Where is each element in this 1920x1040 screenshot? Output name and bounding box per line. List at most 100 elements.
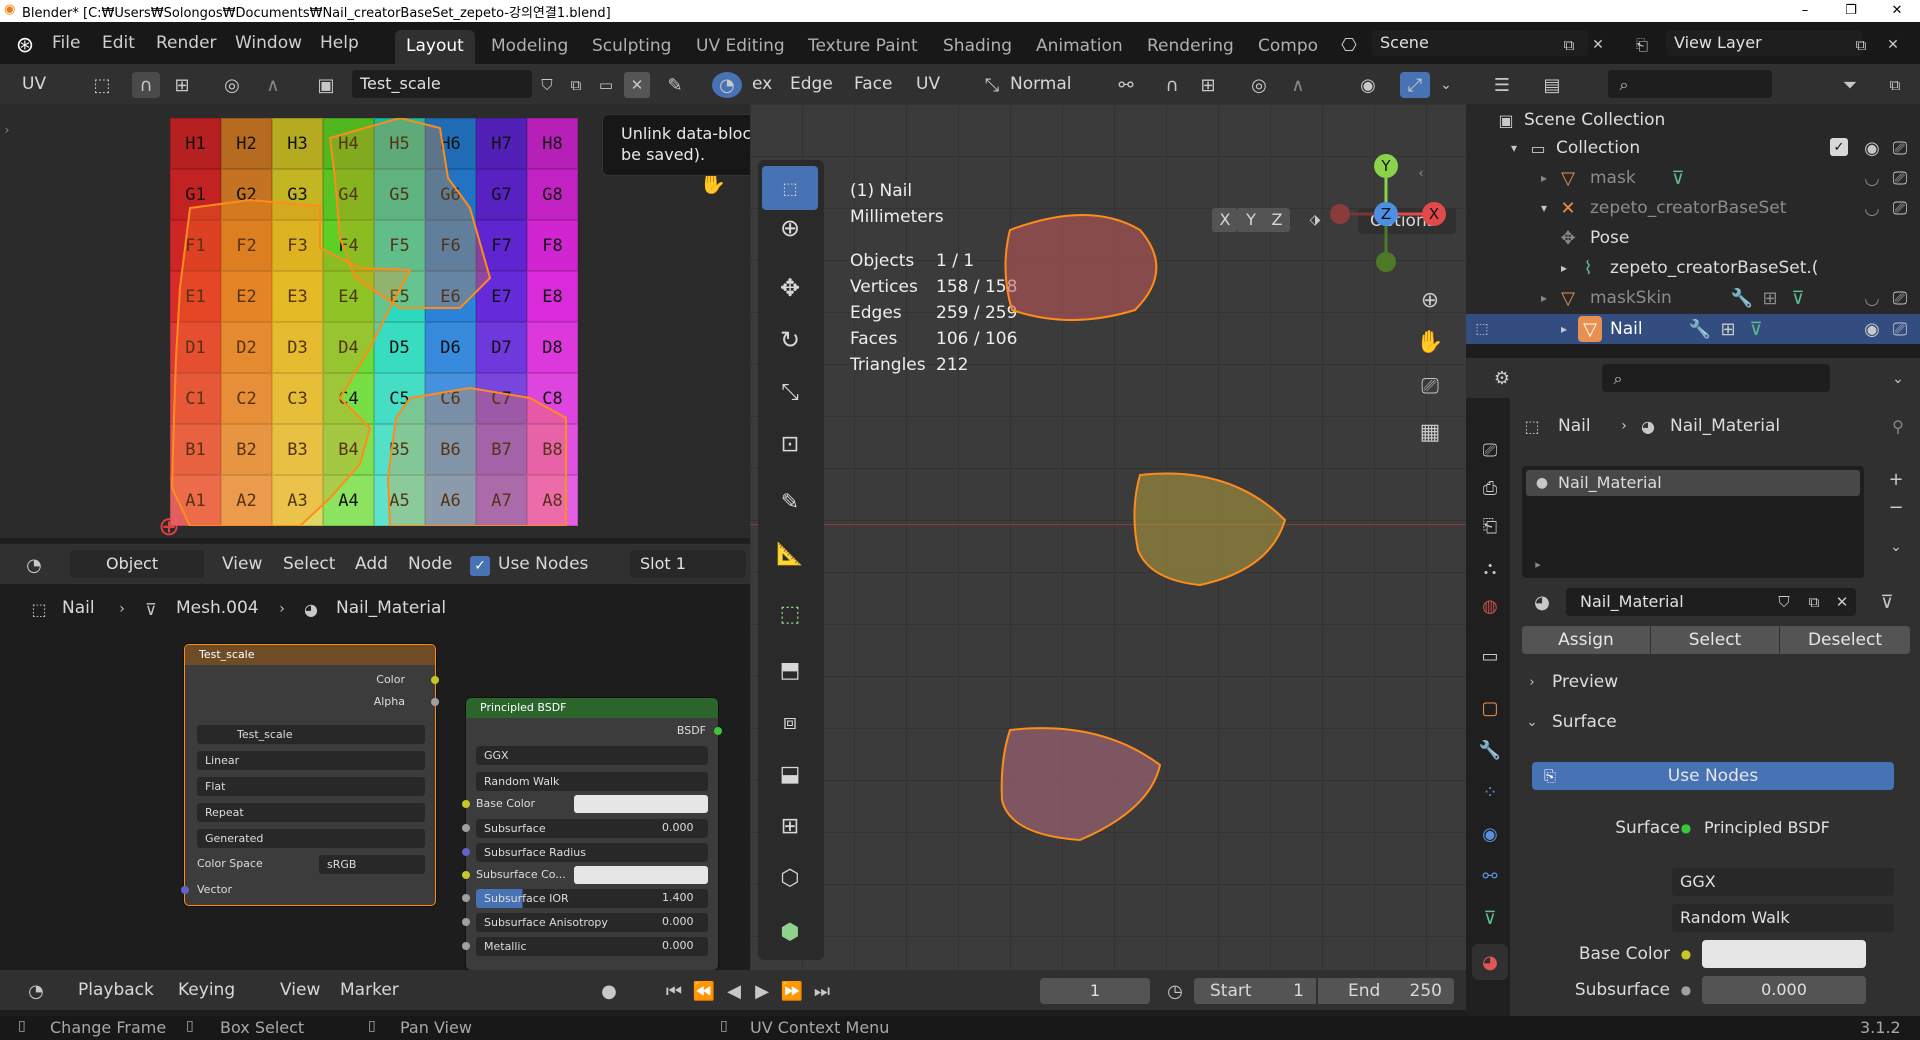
preview-panel-header[interactable]: Preview — [1552, 668, 1618, 696]
expand-icon[interactable]: ▸ — [1556, 254, 1572, 282]
proportional-edit-icon[interactable]: ◎ — [216, 72, 248, 98]
props-subsurface-method-select[interactable]: Random Walk — [1672, 904, 1894, 932]
close-window-button[interactable]: ✕ — [1874, 0, 1920, 22]
vector-input-socket[interactable] — [181, 886, 189, 894]
node-editor-canvas[interactable]: ⬚ Nail › ⊽ Mesh.004 › ◕ Nail_Material Te… — [0, 584, 750, 970]
toolbar-expand-icon[interactable]: › — [2, 122, 12, 138]
armature-render-icon[interactable]: ⎚ — [1886, 194, 1914, 222]
loop-cut-tool-icon[interactable]: ⊞ — [762, 804, 818, 848]
metallic-socket[interactable] — [462, 942, 470, 950]
new-collection-icon[interactable]: ⧉ — [1880, 72, 1910, 98]
jump-start-icon[interactable]: ⏮ — [660, 978, 688, 1004]
gizmo-toggle-icon[interactable]: ⤢ — [1400, 72, 1430, 98]
annotate-tool-icon[interactable]: ✎ — [762, 480, 818, 524]
gizmo-z-axis[interactable]: Z — [1374, 202, 1398, 226]
select-mode-icon[interactable]: ⬚ — [80, 72, 124, 98]
base-color-socket[interactable] — [462, 800, 470, 808]
poly-build-tool-icon[interactable]: ⬢ — [762, 910, 818, 954]
node-menu-add[interactable]: Add — [355, 550, 388, 578]
nail-mesh-top[interactable] — [1004, 214, 1158, 321]
tab-compositing[interactable]: Compo — [1247, 30, 1329, 64]
subsurface-color-socket[interactable] — [462, 871, 470, 879]
expand-icon[interactable]: ▸ — [1536, 284, 1552, 312]
assign-button[interactable]: Assign — [1522, 626, 1650, 654]
image-node-title[interactable]: Test_scale — [185, 645, 435, 665]
viewport-snap-icon[interactable]: ∩ — [1158, 72, 1186, 98]
extension-select[interactable]: Repeat — [197, 803, 425, 822]
subsurface-radius-select[interactable]: Subsurface Radius — [476, 843, 708, 862]
scale-tool-icon[interactable]: ⤡ — [762, 370, 818, 414]
object-props-icon[interactable]: ▢ — [1476, 694, 1504, 722]
prev-keyframe-icon[interactable]: ⏪ — [690, 978, 718, 1004]
subsurface-ior-socket[interactable] — [462, 894, 470, 902]
menu-file[interactable]: File — [42, 30, 90, 56]
projection-select[interactable]: Flat — [197, 777, 425, 796]
tab-modeling[interactable]: Modeling — [480, 30, 579, 64]
outliner-item-maskskin[interactable]: maskSkin — [1590, 284, 1672, 312]
bsdf-node-title[interactable]: Principled BSDF — [466, 698, 718, 718]
surface-panel-header[interactable]: Surface — [1552, 708, 1617, 736]
falloff-icon[interactable]: ∧ — [250, 72, 296, 98]
filter-icon[interactable]: ⏷ — [1828, 72, 1872, 98]
snap-icon[interactable]: ∩ — [132, 72, 160, 98]
new-view-layer-icon[interactable]: ⧉ — [1848, 32, 1874, 58]
delete-scene-icon[interactable]: ✕ — [1586, 32, 1610, 58]
auto-keying-icon[interactable]: ● — [592, 978, 626, 1004]
world-props-icon[interactable]: ◍ — [1476, 592, 1504, 620]
knife-tool-icon[interactable]: ⬡ — [762, 856, 818, 900]
new-image-icon[interactable]: ⧉ — [562, 72, 590, 98]
viewport-menu-uv[interactable]: UV — [916, 70, 940, 98]
subsurface-method-select[interactable]: Random Walk — [476, 772, 708, 791]
properties-editor-type-icon[interactable]: ⚙ — [1480, 364, 1524, 392]
slot-specials-icon[interactable]: ⌄ — [1884, 534, 1908, 560]
outliner-item-nail[interactable]: Nail — [1610, 315, 1643, 343]
extrude-tool-icon[interactable]: ⬒ — [762, 648, 818, 692]
fake-user-icon[interactable]: ⛉ — [1770, 588, 1798, 616]
blender-menu-icon[interactable]: ⊛ — [12, 32, 38, 58]
bsdf-output-socket[interactable] — [714, 727, 722, 735]
maskskin-hidden-icon[interactable]: ◡ — [1858, 284, 1886, 312]
image-texture-node[interactable]: Test_scale Color Alpha Test_scale Linear… — [181, 644, 439, 906]
props-base-color-swatch[interactable] — [1702, 940, 1866, 968]
tab-rendering[interactable]: Rendering — [1136, 30, 1245, 64]
cursor-tool-icon[interactable]: ⊕ — [762, 206, 818, 250]
current-frame-field[interactable]: 1 — [1040, 978, 1150, 1004]
pivot-icon[interactable]: ⚯ — [1104, 72, 1148, 98]
nail-mesh-bottom[interactable] — [1000, 727, 1162, 842]
subsurface-radius-socket[interactable] — [462, 848, 470, 856]
maskskin-render-icon[interactable]: ⎚ — [1886, 284, 1914, 312]
outliner-editor-type-icon[interactable]: ☰ — [1480, 72, 1524, 98]
expand-icon[interactable]: ▸ — [1556, 316, 1572, 342]
surface-shader-select[interactable]: Principled BSDF — [1698, 814, 1856, 842]
props-subsurface-field[interactable]: 0.000 — [1702, 976, 1866, 1004]
viewport-menu-face[interactable]: Face — [854, 70, 892, 98]
node-menu-node[interactable]: Node — [408, 550, 452, 578]
collection-props-icon[interactable]: ▭ — [1476, 642, 1504, 670]
outliner-item-pose[interactable]: Pose — [1590, 224, 1629, 252]
unlink-datablock-button[interactable]: ✕ — [624, 72, 650, 98]
ortho-toggle-icon[interactable]: ▦ — [1412, 414, 1448, 450]
properties-options-icon[interactable]: ⌄ — [1886, 366, 1910, 392]
open-image-icon[interactable]: ▭ — [592, 72, 620, 98]
expand-icon[interactable]: ▾ — [1536, 194, 1552, 222]
distribution-select[interactable]: GGX — [476, 746, 708, 765]
move-tool-icon[interactable]: ✥ — [762, 266, 818, 310]
uv-mode-label[interactable]: UV — [22, 70, 46, 98]
viewport-menu-edge[interactable]: Edge — [790, 70, 833, 98]
node-menu-view[interactable]: View — [222, 550, 262, 578]
principled-bsdf-node[interactable]: Principled BSDF BSDF GGX Random Walk Bas… — [462, 698, 722, 970]
pin-icon[interactable]: ✎ — [660, 72, 690, 98]
bevel-tool-icon[interactable]: ⬓ — [762, 752, 818, 796]
deselect-button[interactable]: Deselect — [1780, 626, 1910, 654]
data-props-icon[interactable]: ⊽ — [1476, 904, 1504, 932]
subsurface-color-swatch[interactable] — [574, 866, 708, 884]
display-mode-icon[interactable]: ▤ — [1530, 72, 1574, 98]
outliner-item-collection[interactable]: Collection — [1556, 134, 1640, 162]
duplicate-material-icon[interactable]: ⧉ — [1800, 588, 1828, 616]
properties-search-input[interactable] — [1602, 364, 1830, 392]
view-layer-props-icon[interactable]: ⎗ — [1476, 512, 1504, 540]
pan-view-icon[interactable]: ✋ — [1412, 324, 1448, 360]
mask-hidden-icon[interactable]: ◡ — [1858, 164, 1886, 192]
uv-island-bottom-right[interactable] — [386, 386, 567, 526]
subsurface-anisotropy-socket[interactable] — [462, 918, 470, 926]
